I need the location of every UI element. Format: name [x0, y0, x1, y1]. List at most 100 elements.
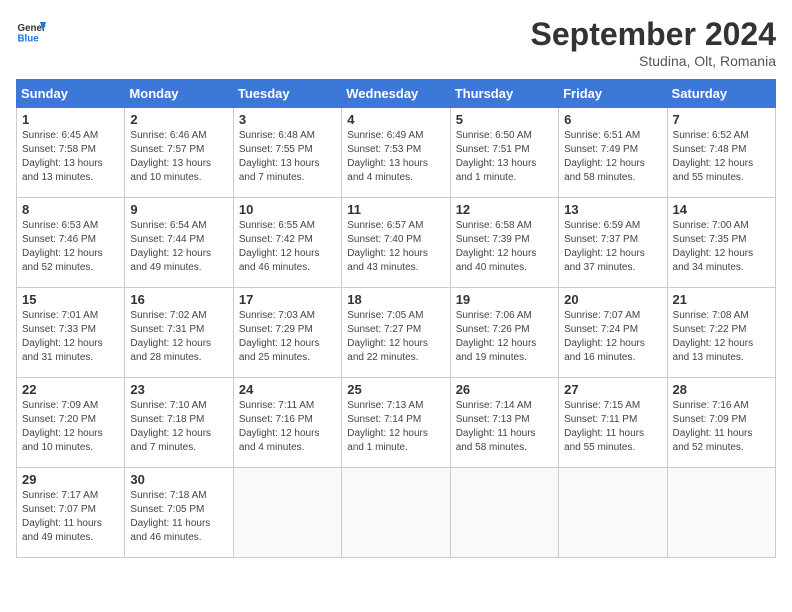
day-number: 29 [22, 472, 119, 487]
day-number: 6 [564, 112, 661, 127]
calendar-day-cell: 20Sunrise: 7:07 AM Sunset: 7:24 PM Dayli… [559, 288, 667, 378]
day-number: 7 [673, 112, 770, 127]
calendar-week-row: 1Sunrise: 6:45 AM Sunset: 7:58 PM Daylig… [17, 108, 776, 198]
day-number: 5 [456, 112, 553, 127]
calendar-day-cell: 11 Sunrise: 6:57 AM Sunset: 7:40 PM Dayli… [342, 198, 450, 288]
calendar-day-cell: 18 Sunrise: 7:05 AM Sunset: 7:27 PM Dayli… [342, 288, 450, 378]
svg-text:Blue: Blue [18, 34, 40, 45]
calendar-day-cell: 4Sunrise: 6:49 AM Sunset: 7:53 PM Daylig… [342, 108, 450, 198]
day-number: 26 [456, 382, 553, 397]
calendar-day-cell: 14Sunrise: 7:00 AM Sunset: 7:35 PM Dayli… [667, 198, 775, 288]
day-info: Sunrise: 7:15 AM Sunset: 7:11 PM Dayligh… [564, 399, 661, 455]
day-info: Sunrise: 7:08 AM Sunset: 7:22 PM Dayligh… [673, 309, 770, 365]
day-number: 21 [673, 292, 770, 307]
calendar-day-cell: 12 Sunrise: 6:58 AM Sunset: 7:39 PM Dayli… [450, 198, 558, 288]
weekday-header: Monday [125, 80, 233, 108]
day-number: 17 [239, 292, 336, 307]
calendar-day-cell [559, 468, 667, 558]
page-header: General Blue September 2024 Studina, Olt… [16, 16, 776, 69]
calendar-week-row: 22Sunrise: 7:09 AM Sunset: 7:20 PM Dayli… [17, 378, 776, 468]
calendar-day-cell: 6 Sunrise: 6:51 AM Sunset: 7:49 PM Daylig… [559, 108, 667, 198]
calendar-day-cell: 24Sunrise: 7:11 AM Sunset: 7:16 PM Dayli… [233, 378, 341, 468]
day-info: Sunrise: 7:11 AM Sunset: 7:16 PM Dayligh… [239, 399, 336, 455]
day-info: Sunrise: 6:57 AM Sunset: 7:40 PM Dayligh… [347, 219, 444, 275]
day-number: 8 [22, 202, 119, 217]
calendar-week-row: 29 Sunrise: 7:17 AM Sunset: 7:07 PM Dayli… [17, 468, 776, 558]
day-info: Sunrise: 6:59 AM Sunset: 7:37 PM Dayligh… [564, 219, 661, 275]
month-title: September 2024 [531, 16, 776, 53]
day-info: Sunrise: 6:54 AM Sunset: 7:44 PM Dayligh… [130, 219, 227, 275]
calendar-day-cell: 1Sunrise: 6:45 AM Sunset: 7:58 PM Daylig… [17, 108, 125, 198]
calendar-week-row: 8 Sunrise: 6:53 AM Sunset: 7:46 PM Daylig… [17, 198, 776, 288]
weekday-header: Wednesday [342, 80, 450, 108]
day-info: Sunrise: 6:48 AM Sunset: 7:55 PM Dayligh… [239, 129, 336, 185]
calendar-day-cell: 9 Sunrise: 6:54 AM Sunset: 7:44 PM Daylig… [125, 198, 233, 288]
logo-icon: General Blue [16, 16, 46, 46]
day-info: Sunrise: 6:49 AM Sunset: 7:53 PM Dayligh… [347, 129, 444, 185]
day-info: Sunrise: 7:00 AM Sunset: 7:35 PM Dayligh… [673, 219, 770, 275]
day-number: 16 [130, 292, 227, 307]
day-number: 20 [564, 292, 661, 307]
calendar-day-cell: 25 Sunrise: 7:13 AM Sunset: 7:14 PM Dayli… [342, 378, 450, 468]
day-number: 9 [130, 202, 227, 217]
day-info: Sunrise: 7:17 AM Sunset: 7:07 PM Dayligh… [22, 489, 119, 545]
weekday-header: Thursday [450, 80, 558, 108]
calendar-day-cell: 30 Sunrise: 7:18 AM Sunset: 7:05 PM Dayli… [125, 468, 233, 558]
day-number: 11 [347, 202, 444, 217]
day-info: Sunrise: 7:16 AM Sunset: 7:09 PM Dayligh… [673, 399, 770, 455]
day-number: 1 [22, 112, 119, 127]
day-number: 13 [564, 202, 661, 217]
calendar-day-cell: 8 Sunrise: 6:53 AM Sunset: 7:46 PM Daylig… [17, 198, 125, 288]
day-info: Sunrise: 6:53 AM Sunset: 7:46 PM Dayligh… [22, 219, 119, 275]
day-info: Sunrise: 7:14 AM Sunset: 7:13 PM Dayligh… [456, 399, 553, 455]
day-info: Sunrise: 7:03 AM Sunset: 7:29 PM Dayligh… [239, 309, 336, 365]
calendar-day-cell: 13 Sunrise: 6:59 AM Sunset: 7:37 PM Dayli… [559, 198, 667, 288]
calendar-day-cell [233, 468, 341, 558]
day-info: Sunrise: 6:55 AM Sunset: 7:42 PM Dayligh… [239, 219, 336, 275]
calendar-day-cell: 16Sunrise: 7:02 AM Sunset: 7:31 PM Dayli… [125, 288, 233, 378]
day-info: Sunrise: 6:50 AM Sunset: 7:51 PM Dayligh… [456, 129, 553, 185]
calendar-day-cell: 26 Sunrise: 7:14 AM Sunset: 7:13 PM Dayli… [450, 378, 558, 468]
day-info: Sunrise: 6:51 AM Sunset: 7:49 PM Dayligh… [564, 129, 661, 185]
day-number: 15 [22, 292, 119, 307]
day-number: 25 [347, 382, 444, 397]
day-number: 12 [456, 202, 553, 217]
calendar-day-cell: 21 Sunrise: 7:08 AM Sunset: 7:22 PM Dayli… [667, 288, 775, 378]
day-info: Sunrise: 7:06 AM Sunset: 7:26 PM Dayligh… [456, 309, 553, 365]
day-info: Sunrise: 6:46 AM Sunset: 7:57 PM Dayligh… [130, 129, 227, 185]
weekday-header: Sunday [17, 80, 125, 108]
calendar-day-cell [342, 468, 450, 558]
title-section: September 2024 Studina, Olt, Romania [531, 16, 776, 69]
day-number: 30 [130, 472, 227, 487]
calendar-day-cell [450, 468, 558, 558]
weekday-header: Tuesday [233, 80, 341, 108]
calendar-day-cell: 15Sunrise: 7:01 AM Sunset: 7:33 PM Dayli… [17, 288, 125, 378]
calendar-day-cell: 22Sunrise: 7:09 AM Sunset: 7:20 PM Dayli… [17, 378, 125, 468]
day-info: Sunrise: 7:05 AM Sunset: 7:27 PM Dayligh… [347, 309, 444, 365]
day-number: 2 [130, 112, 227, 127]
calendar-day-cell: 19 Sunrise: 7:06 AM Sunset: 7:26 PM Dayli… [450, 288, 558, 378]
calendar-day-cell: 3Sunrise: 6:48 AM Sunset: 7:55 PM Daylig… [233, 108, 341, 198]
calendar-day-cell [667, 468, 775, 558]
calendar-day-cell: 17 Sunrise: 7:03 AM Sunset: 7:29 PM Dayli… [233, 288, 341, 378]
location: Studina, Olt, Romania [531, 53, 776, 69]
day-number: 18 [347, 292, 444, 307]
weekday-header: Friday [559, 80, 667, 108]
day-info: Sunrise: 7:13 AM Sunset: 7:14 PM Dayligh… [347, 399, 444, 455]
calendar-day-cell: 29 Sunrise: 7:17 AM Sunset: 7:07 PM Dayli… [17, 468, 125, 558]
calendar-day-cell: 5 Sunrise: 6:50 AM Sunset: 7:51 PM Daylig… [450, 108, 558, 198]
day-info: Sunrise: 6:58 AM Sunset: 7:39 PM Dayligh… [456, 219, 553, 275]
calendar-day-cell: 7 Sunrise: 6:52 AM Sunset: 7:48 PM Daylig… [667, 108, 775, 198]
day-info: Sunrise: 7:18 AM Sunset: 7:05 PM Dayligh… [130, 489, 227, 545]
day-info: Sunrise: 7:09 AM Sunset: 7:20 PM Dayligh… [22, 399, 119, 455]
day-number: 23 [130, 382, 227, 397]
day-number: 19 [456, 292, 553, 307]
calendar-day-cell: 10Sunrise: 6:55 AM Sunset: 7:42 PM Dayli… [233, 198, 341, 288]
weekday-header: Saturday [667, 80, 775, 108]
calendar-day-cell: 23 Sunrise: 7:10 AM Sunset: 7:18 PM Dayli… [125, 378, 233, 468]
logo: General Blue [16, 16, 46, 46]
day-info: Sunrise: 7:10 AM Sunset: 7:18 PM Dayligh… [130, 399, 227, 455]
calendar-table: SundayMondayTuesdayWednesdayThursdayFrid… [16, 79, 776, 558]
day-number: 27 [564, 382, 661, 397]
day-info: Sunrise: 6:52 AM Sunset: 7:48 PM Dayligh… [673, 129, 770, 185]
